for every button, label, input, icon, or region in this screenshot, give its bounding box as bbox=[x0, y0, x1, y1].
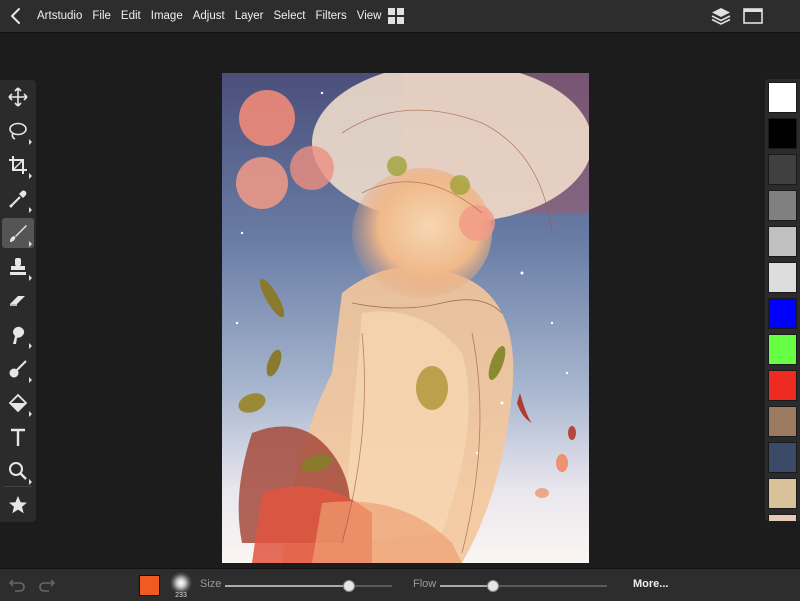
smudge-icon bbox=[13, 326, 25, 344]
menu-image[interactable]: Image bbox=[146, 0, 188, 32]
size-label: Size bbox=[200, 578, 222, 590]
toolbar-divider bbox=[4, 486, 32, 487]
menu-layer[interactable]: Layer bbox=[230, 0, 269, 32]
crop-icon bbox=[9, 156, 27, 174]
color-palette bbox=[765, 79, 800, 521]
eraser-tool[interactable] bbox=[2, 286, 34, 316]
stamp-icon bbox=[10, 258, 26, 275]
size-slider[interactable] bbox=[225, 580, 392, 592]
more-button[interactable]: More... bbox=[633, 578, 668, 590]
menu-artstudio[interactable]: Artstudio bbox=[32, 0, 87, 32]
swatch-gray[interactable] bbox=[768, 190, 797, 221]
swatch-red[interactable] bbox=[768, 370, 797, 401]
artwork-canvas[interactable] bbox=[222, 73, 589, 563]
current-color-chip[interactable] bbox=[139, 575, 160, 596]
zoom-icon bbox=[9, 462, 27, 480]
stamp-tool[interactable] bbox=[2, 252, 34, 282]
menu-select[interactable]: Select bbox=[268, 0, 310, 32]
flow-slider-thumb[interactable] bbox=[487, 580, 500, 592]
flow-slider[interactable] bbox=[440, 580, 607, 592]
menu-adjust[interactable]: Adjust bbox=[188, 0, 230, 32]
flow-slider-fill bbox=[440, 585, 494, 587]
back-chevron-icon[interactable] bbox=[6, 4, 26, 28]
swatch-slate-blue[interactable] bbox=[768, 442, 797, 473]
menu-filters[interactable]: Filters bbox=[310, 0, 351, 32]
dodge-tool[interactable] bbox=[2, 354, 34, 384]
fill-tool[interactable] bbox=[2, 388, 34, 418]
layers-icon[interactable] bbox=[711, 6, 731, 31]
fill-icon bbox=[8, 393, 28, 413]
painting-illustration bbox=[235, 73, 589, 563]
main-menu: Artstudio File Edit Image Adjust Layer S… bbox=[32, 0, 386, 32]
flow-label: Flow bbox=[413, 578, 437, 590]
swatch-dark-gray[interactable] bbox=[768, 154, 797, 185]
menu-view[interactable]: View bbox=[352, 0, 387, 32]
eyedropper-icon bbox=[9, 190, 27, 208]
tool-panel bbox=[0, 80, 36, 522]
smudge-tool[interactable] bbox=[2, 320, 34, 350]
brush-preview[interactable] bbox=[170, 572, 192, 594]
eyedropper-tool[interactable] bbox=[2, 184, 34, 214]
text-tool[interactable] bbox=[2, 422, 34, 452]
menu-edit[interactable]: Edit bbox=[116, 0, 146, 32]
grid-view-icon[interactable] bbox=[387, 7, 405, 25]
size-slider-fill bbox=[225, 585, 349, 587]
undo-icon[interactable] bbox=[8, 577, 26, 593]
redo-icon[interactable] bbox=[38, 577, 56, 593]
brush-size-number: 233 bbox=[175, 592, 187, 599]
swatch-white[interactable] bbox=[768, 82, 797, 113]
move-tool[interactable] bbox=[2, 82, 34, 112]
swatch-brown[interactable] bbox=[768, 406, 797, 437]
brush-tool[interactable] bbox=[2, 218, 34, 248]
swatch-pink[interactable] bbox=[768, 514, 797, 521]
top-menu-bar: Artstudio File Edit Image Adjust Layer S… bbox=[0, 0, 800, 33]
size-slider-thumb[interactable] bbox=[342, 580, 355, 592]
brush-icon bbox=[10, 225, 27, 242]
swatch-lighter-gray[interactable] bbox=[768, 262, 797, 293]
swatch-green[interactable] bbox=[768, 334, 797, 365]
dodge-icon bbox=[9, 360, 27, 378]
bottom-toolbar: 233 Size Flow More... bbox=[0, 568, 800, 601]
swatch-black[interactable] bbox=[768, 118, 797, 149]
swatch-blue[interactable] bbox=[768, 298, 797, 329]
lasso-tool[interactable] bbox=[2, 116, 34, 146]
text-icon bbox=[11, 428, 25, 446]
swatch-tan[interactable] bbox=[768, 478, 797, 509]
zoom-tool[interactable] bbox=[2, 456, 34, 486]
swatch-light-gray[interactable] bbox=[768, 226, 797, 257]
eraser-icon bbox=[10, 296, 25, 306]
lasso-icon bbox=[9, 122, 27, 140]
favorites-tool[interactable] bbox=[2, 490, 34, 520]
move-icon bbox=[8, 87, 28, 107]
menu-file[interactable]: File bbox=[87, 0, 116, 32]
crop-tool[interactable] bbox=[2, 150, 34, 180]
star-icon bbox=[9, 496, 27, 514]
fullscreen-icon[interactable] bbox=[743, 8, 763, 29]
